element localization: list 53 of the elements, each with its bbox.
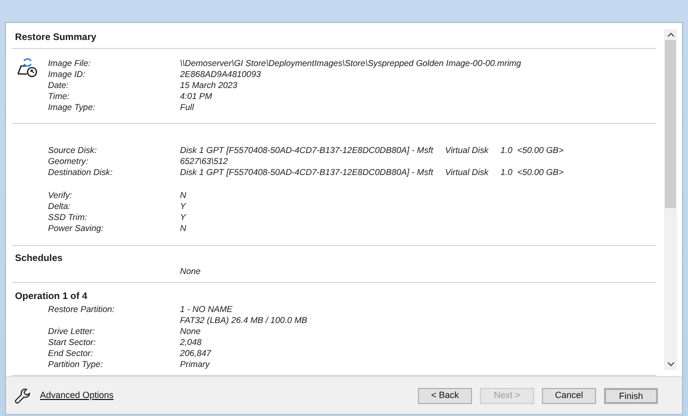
field-label: Delta:	[47, 201, 72, 212]
field-value: Y	[180, 212, 186, 223]
section-heading: Operation 1 of 4	[14, 290, 88, 304]
field-value: None	[180, 326, 201, 337]
scrollbar-thumb[interactable]	[665, 40, 676, 208]
field-value: Disk 1 GPT [F5570408-50AD-4CD7-B137-12E8DC0DB80A] - Msft	[180, 167, 434, 178]
field-label: Image ID:	[47, 69, 86, 80]
field-label: Image File:	[47, 58, 92, 69]
field-label: Partition Type:	[47, 359, 104, 370]
field-label: Image Type:	[47, 102, 96, 113]
field-value: Virtual Disk	[445, 167, 488, 178]
field-value: Disk 1 GPT [F5570408-50AD-4CD7-B137-12E8DC0DB80A] - Msft	[180, 145, 434, 156]
field-label: Time:	[47, 91, 70, 102]
field-value: 1 - NO NAME	[180, 304, 234, 315]
disk-restore-icon	[16, 56, 38, 78]
field-label: End Sector:	[47, 348, 94, 359]
field-value: N	[180, 223, 186, 234]
wrench-icon	[14, 386, 32, 404]
dialog-button[interactable]: Finish	[604, 388, 658, 404]
scroll-up-icon[interactable]	[666, 32, 674, 37]
dialog-button[interactable]: Cancel	[542, 388, 596, 404]
field-value: FAT32 (LBA) 26.4 MB / 100.0 MB	[180, 315, 308, 326]
field-value: 2,048	[180, 337, 202, 348]
field-label: SSD Trim:	[47, 212, 88, 223]
field-value: Full	[180, 102, 194, 113]
field-value: Primary	[180, 359, 210, 370]
field-label: Date:	[47, 80, 70, 91]
field-value: Y	[180, 201, 186, 212]
field-value: 206,847	[180, 348, 212, 359]
field-label: Drive Letter:	[47, 326, 96, 337]
advanced-options-link[interactable]: Advanced Options	[40, 388, 114, 402]
field-value: N	[180, 190, 186, 201]
scroll-down-icon[interactable]	[666, 362, 674, 367]
section-heading: Restore Summary	[14, 31, 98, 45]
field-value: 1.0 <50.00 GB>	[500, 167, 564, 178]
field-value: 1.0 <50.00 GB>	[500, 145, 564, 156]
section-heading: Schedules	[14, 252, 64, 266]
field-value: 4:01 PM	[180, 91, 212, 102]
field-value: 15 March 2023	[180, 80, 238, 91]
field-label: Geometry:	[47, 156, 90, 167]
field-label: Verify:	[47, 190, 74, 201]
field-label: Source Disk:	[47, 145, 98, 156]
field-value: \\Demoserver\GI Store\DeploymentImages\Store\Sysprepped Golden Image-00-00.mrimg	[180, 58, 522, 69]
field-label: Destination Disk:	[47, 167, 114, 178]
field-value: 6527\63\512	[180, 156, 228, 167]
field-value: Virtual Disk	[445, 145, 488, 156]
field-label: Start Sector:	[47, 337, 97, 348]
field-label: Power Saving:	[47, 223, 104, 234]
dialog-button[interactable]: < Back	[418, 388, 472, 404]
field-label: Restore Partition:	[47, 304, 116, 316]
scrollbar[interactable]	[664, 29, 677, 370]
field-value: None	[180, 266, 201, 276]
field-value: 2E868AD9A4810093	[180, 69, 261, 80]
